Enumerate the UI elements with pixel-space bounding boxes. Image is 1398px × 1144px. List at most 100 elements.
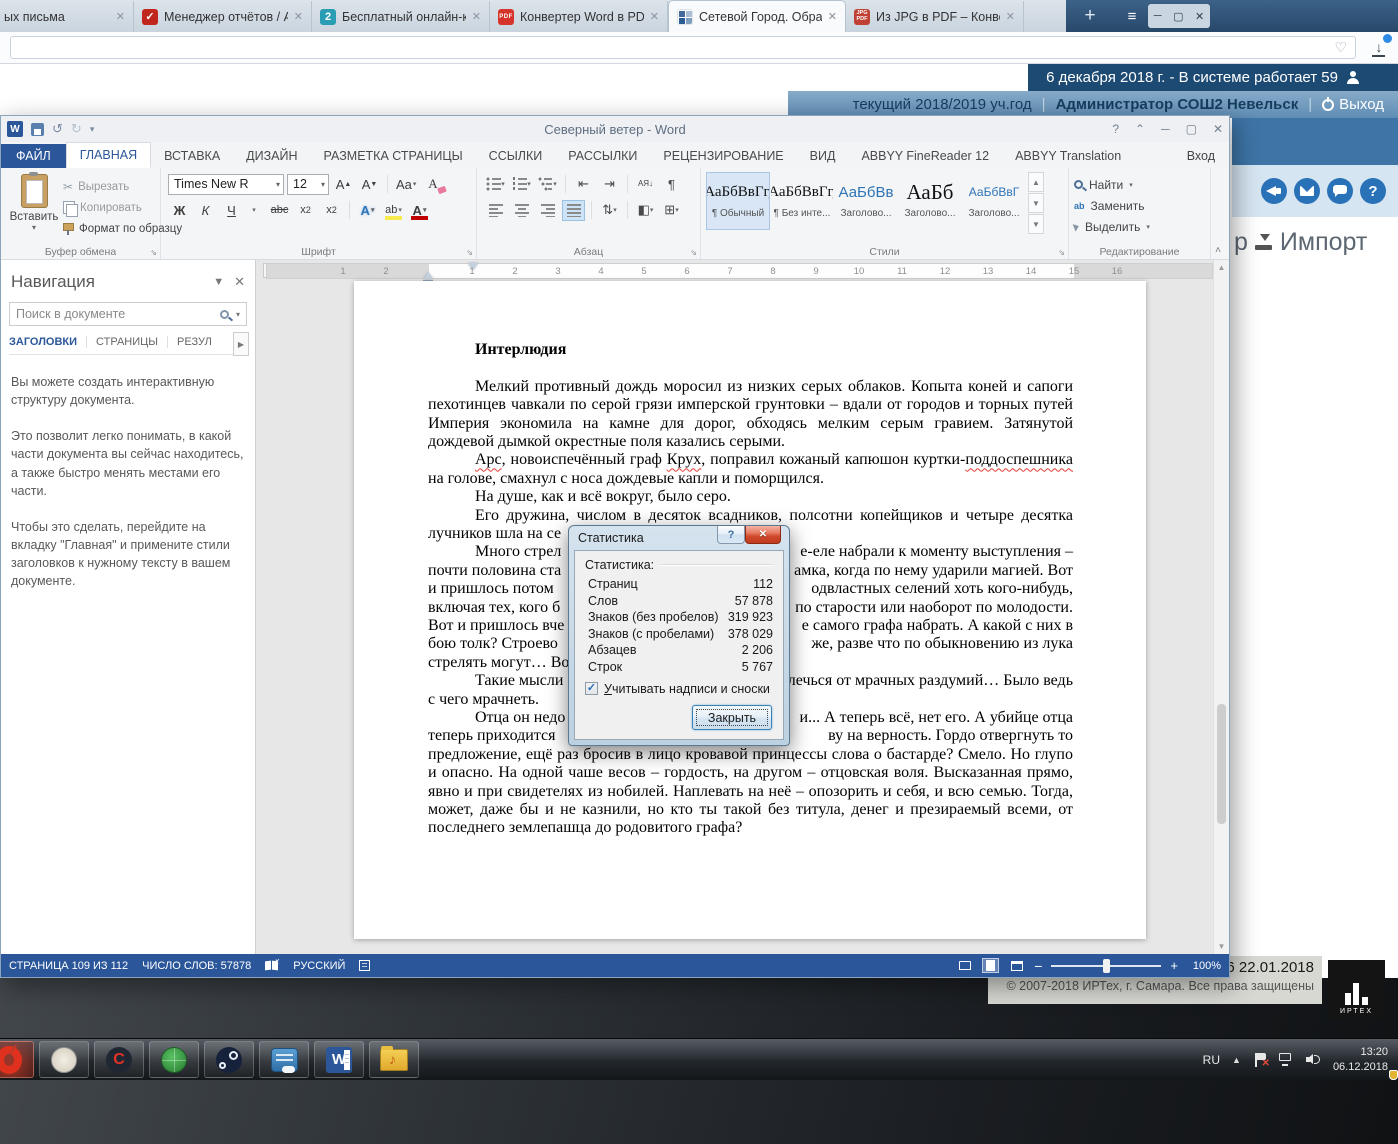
minimize-icon[interactable]: ─ <box>1154 10 1162 22</box>
nav-pane-close-icon[interactable]: ✕ <box>234 274 245 290</box>
increase-indent-button[interactable]: ⇥ <box>598 174 621 195</box>
ribbon-tab-вставка[interactable]: ВСТАВКА <box>151 144 233 168</box>
style-card[interactable]: АаБбВвГЗаголово... <box>962 172 1026 230</box>
undo-icon[interactable]: ↺ <box>52 121 63 137</box>
horizontal-ruler[interactable]: 2112345678910111213141516 <box>266 263 1213 279</box>
select-button[interactable]: Выделить▾ <box>1074 216 1205 237</box>
show-marks-button[interactable]: ¶ <box>660 174 683 195</box>
action-center-flag-icon[interactable]: ✕ <box>1253 1053 1267 1067</box>
align-left-button[interactable] <box>484 200 507 221</box>
word-count-indicator[interactable]: ЧИСЛО СЛОВ: 57878 <box>142 960 251 972</box>
ribbon-tab-дизайн[interactable]: ДИЗАЙН <box>233 144 310 168</box>
ribbon-tab-главная[interactable]: ГЛАВНАЯ <box>66 142 151 168</box>
current-user-link[interactable]: Администратор СОШ2 Невельск <box>1056 96 1299 113</box>
zoom-out-button[interactable]: − <box>1034 958 1042 974</box>
shading-button[interactable]: ◧▾ <box>634 200 657 221</box>
italic-button[interactable]: К <box>194 200 217 221</box>
browser-tab[interactable]: PDFКонвертер Word в PDF -✕ <box>490 1 668 32</box>
highlight-button[interactable]: ab▾ <box>382 200 405 221</box>
language-indicator[interactable]: RU <box>1203 1053 1220 1067</box>
taskbar-icon-globe[interactable] <box>149 1041 199 1078</box>
read-mode-icon[interactable] <box>956 958 973 973</box>
clear-formatting-button[interactable]: А <box>421 174 444 195</box>
borders-button[interactable]: ⊞▾ <box>660 200 683 221</box>
align-center-button[interactable] <box>510 200 533 221</box>
close-button[interactable]: Закрыть <box>692 705 772 730</box>
taskbar-icon-gauge[interactable] <box>39 1041 89 1078</box>
chat-icon[interactable] <box>1327 178 1353 204</box>
style-card[interactable]: АаБбВвГг,¶ Без инте... <box>770 172 834 230</box>
import-button[interactable]: Импорт <box>1280 228 1367 257</box>
document-search-input[interactable]: Поиск в документе ▾ <box>9 302 247 326</box>
bullets-button[interactable]: ▾ <box>484 174 507 195</box>
network-icon[interactable] <box>1279 1053 1294 1066</box>
restore-icon[interactable]: ▢ <box>1173 10 1183 23</box>
find-button[interactable]: Найти▾ <box>1074 174 1205 195</box>
multilevel-list-button[interactable]: ▾ <box>536 174 559 195</box>
dialog-title-bar[interactable]: Статистика ? ✕ <box>569 526 789 550</box>
zoom-level[interactable]: 100% <box>1187 960 1221 972</box>
scrollbar-thumb[interactable] <box>1217 704 1226 824</box>
taskbar-icon-steam[interactable] <box>204 1041 254 1078</box>
save-icon[interactable] <box>31 123 44 136</box>
align-right-button[interactable] <box>536 200 559 221</box>
browser-tab[interactable]: ✓Менеджер отчётов / АВВ✕ <box>134 1 312 32</box>
replace-button[interactable]: abЗаменить <box>1074 195 1205 216</box>
hanging-indent-marker[interactable] <box>423 272 433 279</box>
style-card[interactable]: АаБбВвЗаголово... <box>834 172 898 230</box>
browser-tab[interactable]: Сетевой Город. Образов✕ <box>668 0 846 32</box>
mail-icon[interactable] <box>1294 178 1320 204</box>
underline-button[interactable]: Ч <box>220 200 243 221</box>
numbering-button[interactable]: ▾ <box>510 174 533 195</box>
ribbon-tab-рецензирование[interactable]: РЕЦЕНЗИРОВАНИЕ <box>650 144 796 168</box>
decrease-indent-button[interactable]: ⇤ <box>572 174 595 195</box>
tab-close-icon[interactable]: ✕ <box>1006 10 1015 23</box>
style-card[interactable]: АаБбЗаголово... <box>898 172 962 230</box>
downloads-button[interactable]: ↓ <box>1366 36 1392 60</box>
browser-tab[interactable]: 2Бесплатный онлайн-кон✕ <box>312 1 490 32</box>
new-tab-button[interactable]: + <box>1074 0 1106 32</box>
dialog-help-icon[interactable]: ? <box>717 526 745 544</box>
taskbar-icon-opera[interactable] <box>0 1041 34 1078</box>
help-icon[interactable]: ? <box>1112 122 1119 136</box>
zoom-slider[interactable] <box>1051 965 1161 967</box>
qat-customize-icon[interactable]: ▾ <box>90 124 95 135</box>
help-icon[interactable]: ? <box>1360 178 1386 204</box>
nav-tab-резул[interactable]: РЕЗУЛ <box>168 336 221 348</box>
macro-recording-icon[interactable] <box>359 960 370 971</box>
taskbar-icon-comodo[interactable]: C <box>94 1041 144 1078</box>
taskbar-icon-media-folder[interactable] <box>369 1041 419 1078</box>
collapse-ribbon-icon[interactable]: ˄ <box>1215 245 1221 256</box>
scroll-up-icon[interactable]: ▲ <box>1028 172 1044 192</box>
dialog-close-icon[interactable]: ✕ <box>745 526 781 544</box>
bookmark-heart-icon[interactable]: ♡ <box>1334 39 1347 56</box>
volume-icon[interactable] <box>1306 1053 1321 1066</box>
browser-tab[interactable]: ых письма✕ <box>0 1 134 32</box>
show-hidden-icons[interactable]: ▲ <box>1232 1055 1241 1065</box>
taskbar-icon-word[interactable]: W <box>314 1041 364 1078</box>
checkbox-icon[interactable]: ✓ <box>585 682 598 695</box>
dialog-launcher-icon[interactable]: ⇘ <box>1058 248 1065 257</box>
nav-tab-заголовки[interactable]: ЗАГОЛОВКИ <box>9 336 87 348</box>
tab-close-icon[interactable]: ✕ <box>828 10 837 23</box>
dialog-launcher-icon[interactable]: ⇘ <box>690 248 697 257</box>
nav-tab-страницы[interactable]: СТРАНИЦЫ <box>87 336 168 348</box>
minimize-icon[interactable]: ─ <box>1161 122 1170 136</box>
ribbon-tab-ссылки[interactable]: ССЫЛКИ <box>476 144 556 168</box>
ribbon-tab-вид[interactable]: ВИД <box>797 144 849 168</box>
browser-tab[interactable]: JPG PDFИз JPG в PDF – Конверти✕ <box>846 1 1024 32</box>
tab-close-icon[interactable]: ✕ <box>650 10 659 23</box>
vertical-scrollbar[interactable]: ▲ ▼ <box>1213 260 1229 954</box>
web-layout-icon[interactable] <box>1008 958 1025 973</box>
announcements-icon[interactable] <box>1261 178 1287 204</box>
ribbon-tab-abbyy-translation[interactable]: ABBYY Translation <box>1002 144 1134 168</box>
shrink-font-button[interactable]: А▼ <box>358 174 381 195</box>
browser-menu-icon[interactable]: ≡ <box>1120 5 1144 27</box>
scroll-down-icon[interactable]: ▼ <box>1028 193 1044 213</box>
tab-close-icon[interactable]: ✕ <box>472 10 481 23</box>
dialog-launcher-icon[interactable]: ⇘ <box>150 248 157 257</box>
url-field[interactable]: ♡ <box>10 36 1356 59</box>
font-color-button[interactable]: А▾ <box>408 200 431 221</box>
dialog-launcher-icon[interactable]: ⇘ <box>466 248 473 257</box>
close-icon[interactable]: ✕ <box>1195 10 1204 23</box>
